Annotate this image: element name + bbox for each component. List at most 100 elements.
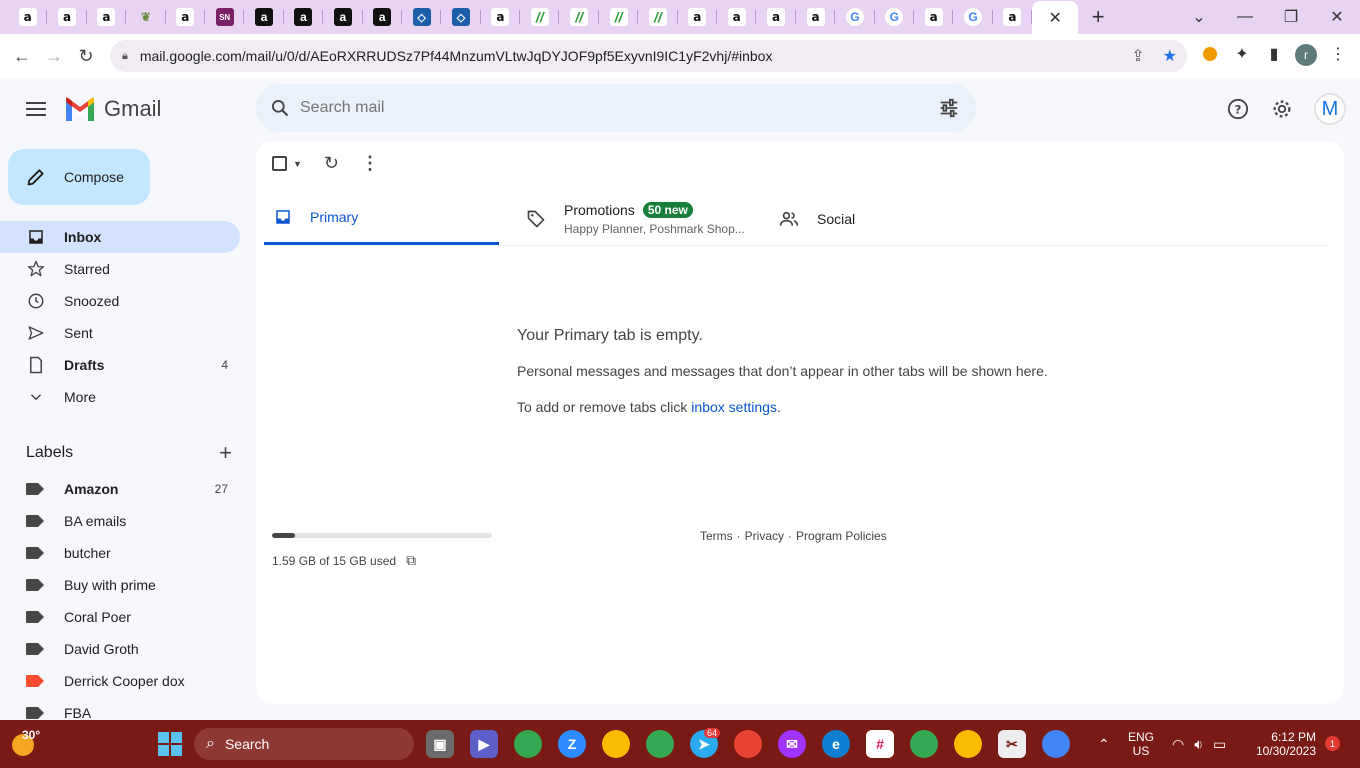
tab-social[interactable]: Social (779, 192, 979, 245)
forward-button[interactable]: → (38, 40, 70, 72)
browser-tab[interactable]: a (678, 0, 718, 34)
search-bar[interactable] (256, 84, 976, 132)
caret-down-icon[interactable]: ▼ (293, 159, 302, 169)
browser-tab[interactable]: // (559, 0, 600, 34)
browser-tab[interactable]: a (756, 0, 797, 34)
search-options-icon[interactable] (938, 97, 960, 119)
browser-tab[interactable]: ◇ (402, 0, 442, 34)
browser-tab[interactable]: // (638, 0, 679, 34)
slack-icon[interactable]: # (866, 730, 894, 758)
inbox-settings-link[interactable]: inbox settings (691, 399, 777, 415)
profile-avatar[interactable]: r (1292, 43, 1320, 67)
browser-tab[interactable]: a (166, 0, 206, 34)
notification-badge[interactable]: 1 (1325, 736, 1340, 751)
task-view-icon[interactable]: ▣ (426, 730, 454, 758)
active-tab-close-icon[interactable]: ✕ (1032, 1, 1079, 35)
account-avatar[interactable]: M (1314, 93, 1346, 125)
tab-primary[interactable]: Primary (264, 192, 499, 245)
chrome-profile-icon[interactable] (954, 730, 982, 758)
restore-button[interactable]: ❐ (1268, 0, 1314, 34)
label-item[interactable]: Amazon 27 (0, 473, 240, 505)
label-item[interactable]: Coral Poer (0, 601, 240, 633)
browser-tab[interactable]: G (835, 0, 875, 34)
browser-tab[interactable]: a (244, 0, 285, 34)
edge-icon[interactable]: e (822, 730, 850, 758)
sidebar-item-inbox[interactable]: Inbox (0, 221, 240, 253)
sidebar-item-more[interactable]: More (0, 381, 240, 413)
browser-tab[interactable]: a (284, 0, 324, 34)
sidebar-item-starred[interactable]: Starred (0, 253, 240, 285)
label-item[interactable]: butcher (0, 537, 240, 569)
browser-tab[interactable]: // (520, 0, 560, 34)
browser-tab[interactable]: SN (205, 0, 245, 34)
snipping-tool-icon[interactable]: ✂ (998, 730, 1026, 758)
browser-tab[interactable]: a (993, 0, 1033, 34)
close-window-button[interactable]: ✕ (1314, 0, 1360, 34)
minimize-button[interactable]: — (1222, 0, 1268, 34)
terms-link[interactable]: Terms (700, 529, 733, 543)
browser-tab[interactable]: a (796, 0, 836, 34)
browser-tab[interactable]: ❦ (126, 0, 166, 34)
label-item[interactable]: Buy with prime (0, 569, 240, 601)
teams-icon[interactable]: ▶ (470, 730, 498, 758)
chrome-active-icon[interactable] (1042, 730, 1070, 758)
battery-icon[interactable]: ▭ (1213, 736, 1226, 753)
chrome-icon[interactable] (514, 730, 542, 758)
puzzle-icon[interactable]: ✦ (1228, 42, 1256, 66)
main-menu-icon[interactable] (20, 96, 52, 122)
browser-tab[interactable]: a (481, 0, 521, 34)
sidebar-item-drafts[interactable]: Drafts 4 (0, 349, 240, 381)
messenger-icon[interactable]: ✉ (778, 730, 806, 758)
program-policies-link[interactable]: Program Policies (796, 529, 887, 543)
label-item[interactable]: David Groth (0, 633, 240, 665)
browser-menu-icon[interactable]: ⋮ (1324, 42, 1352, 66)
open-external-icon[interactable]: ⧉ (406, 552, 416, 569)
search-icon[interactable] (270, 98, 290, 118)
new-tab-button[interactable]: + (1078, 0, 1118, 34)
zoom-icon[interactable]: Z (558, 730, 586, 758)
browser-tab[interactable]: a (323, 0, 363, 34)
refresh-icon[interactable]: ↻ (324, 153, 339, 174)
browser-tab[interactable]: a (8, 0, 48, 34)
clock[interactable]: 6:12 PM 10/30/2023 (1250, 720, 1316, 768)
label-item[interactable]: BA emails (0, 505, 240, 537)
sidebar-item-sent[interactable]: Sent (0, 317, 240, 349)
chrome-profile-icon[interactable] (646, 730, 674, 758)
bookmark-star-icon[interactable]: ★ (1163, 46, 1177, 66)
taskbar-search[interactable]: ⌕ Search (194, 728, 414, 760)
show-hidden-icons[interactable]: ⌃ (1098, 720, 1110, 768)
browser-tab[interactable]: ◇ (441, 0, 482, 34)
browser-tab[interactable]: // (599, 0, 639, 34)
browser-tab[interactable]: a (914, 0, 954, 34)
extension-icon[interactable] (1196, 42, 1224, 66)
sidepanel-icon[interactable]: ▮ (1260, 42, 1288, 66)
help-icon[interactable]: ? (1226, 97, 1250, 121)
chrome-profile-icon[interactable] (734, 730, 762, 758)
address-bar[interactable]: 🔒︎ mail.google.com/mail/u/0/d/AEoRXRRUDS… (110, 40, 1187, 72)
compose-button[interactable]: Compose (8, 149, 150, 205)
chrome-profile-icon[interactable] (602, 730, 630, 758)
more-options-icon[interactable]: ⋮ (361, 153, 379, 174)
browser-tab[interactable]: a (717, 0, 757, 34)
gmail-logo[interactable]: Gmail (64, 96, 161, 122)
create-label-plus-icon[interactable]: + (219, 440, 232, 466)
settings-gear-icon[interactable] (1270, 97, 1294, 121)
tab-promotions[interactable]: Promotions 50 new Happy Planner, Poshmar… (526, 192, 766, 245)
checkbox-icon[interactable] (272, 156, 287, 171)
volume-icon[interactable]: 🔉︎ (1194, 736, 1203, 753)
tab-search-icon[interactable]: ⌄ (1176, 0, 1222, 34)
label-item[interactable]: Derrick Cooper dox (0, 665, 240, 697)
browser-tab[interactable]: a (47, 0, 88, 34)
browser-tab[interactable]: a (363, 0, 403, 34)
share-icon[interactable]: ⇪ (1131, 46, 1144, 66)
browser-tab[interactable]: a (87, 0, 127, 34)
back-button[interactable]: ← (6, 40, 38, 72)
reload-button[interactable]: ↻ (70, 40, 102, 72)
windows-start-icon[interactable] (158, 732, 182, 756)
privacy-link[interactable]: Privacy (745, 529, 784, 543)
select-checkbox[interactable]: ▼ (272, 156, 302, 171)
system-tray[interactable]: ◠ 🔉︎ ▭ (1172, 720, 1226, 768)
language-indicator[interactable]: ENG US (1128, 720, 1154, 768)
browser-tab[interactable]: G (953, 0, 994, 34)
sidebar-item-snoozed[interactable]: Snoozed (0, 285, 240, 317)
